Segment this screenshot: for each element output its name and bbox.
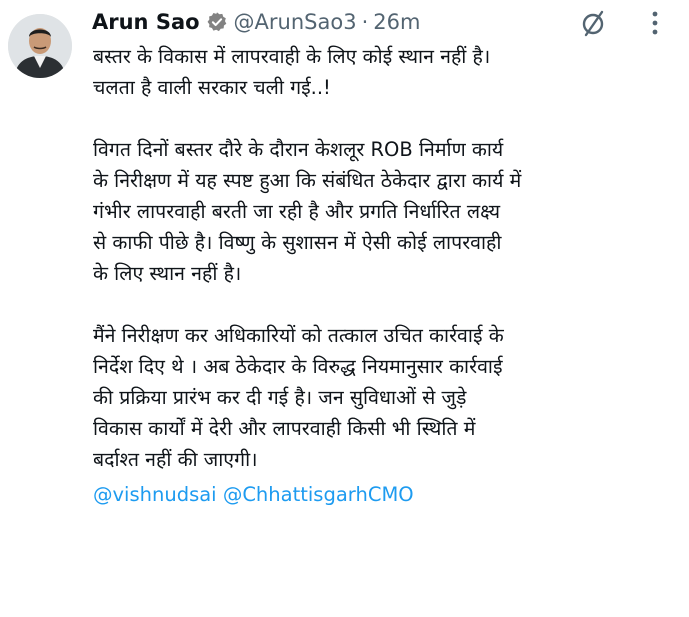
tweet-text-line: के लिए स्थान नहीं है। [93,262,242,285]
mention-link-vishnudsai[interactable]: @vishnudsai [93,483,217,506]
avatar[interactable] [8,14,72,78]
tweet-text-line: विकास कार्यों में देरी और लापरवाही किसी … [93,417,476,440]
author-handle[interactable]: @ArunSao3 [234,10,357,34]
tweet-text-line: बस्तर के विकास में लापरवाही के लिए कोई स… [93,45,491,68]
tweet-header: Arun Sao @ArunSao3 · 26m [92,6,420,38]
separator-dot: · [361,10,369,34]
tweet-text: बस्तर के विकास में लापरवाही के लिए कोई स… [93,41,683,510]
tweet-text-line: की प्रक्रिया प्रारंभ कर दी गई है। जन सुव… [93,386,467,409]
tweet-text-line: से काफी पीछे है। विष्णु के सुशासन में ऐस… [93,231,502,254]
mention-link-chhattisgarhcmo[interactable]: @ChhattisgarhCMO [223,483,414,506]
tweet: Arun Sao @ArunSao3 · 26m बस्तर के विकास … [0,0,689,617]
tweet-timestamp[interactable]: 26m [373,10,420,34]
author-name[interactable]: Arun Sao [92,10,200,34]
tweet-text-line: चलता है वाली सरकार चली गई..! [93,76,331,99]
tweet-text-line: के निरीक्षण में यह स्पष्ट हुआ कि संबंधित… [93,169,522,192]
tweet-text-line: बर्दाश्त नहीं की जाएगी। [93,448,258,471]
verified-badge-icon [206,11,228,33]
tweet-text-line: निर्देश दिए थे । अब ठेकेदार के विरुद्ध न… [93,355,503,378]
tweet-text-line: विगत दिनों बस्तर दौरे के दौरान केशलूर RO… [93,138,504,161]
tweet-text-line: मैंने निरीक्षण कर अधिकारियों को तत्काल उ… [93,324,504,347]
mentions: @vishnudsai @ChhattisgarhCMO [93,479,683,510]
grok-icon[interactable] [576,6,610,40]
more-options-icon[interactable] [640,8,670,38]
tweet-text-line: गंभीर लापरवाही बरती जा रही है और प्रगति … [93,200,501,223]
